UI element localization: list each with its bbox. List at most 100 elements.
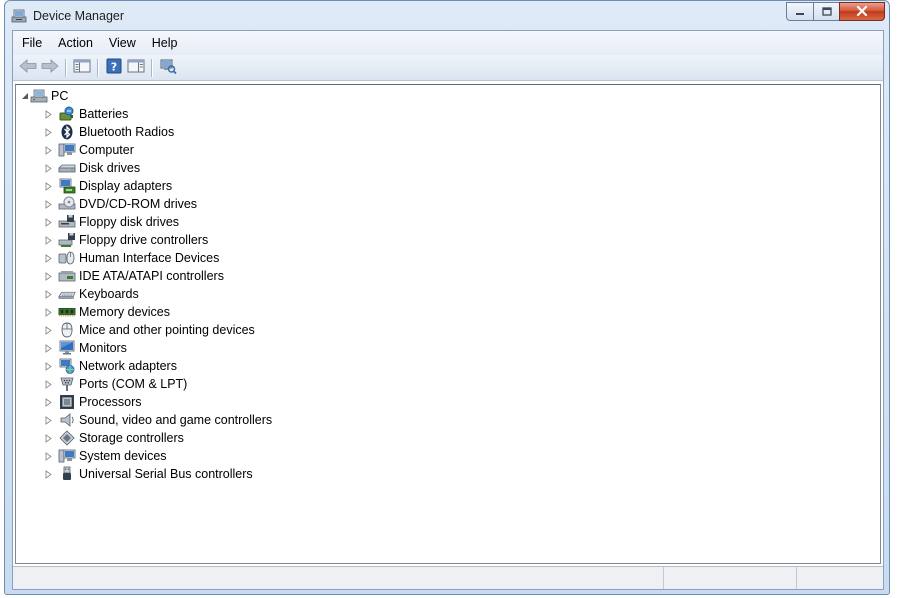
status-cell-3 [797, 567, 883, 589]
mouse-icon [58, 322, 76, 338]
minimize-button[interactable] [786, 2, 813, 21]
tree-item[interactable]: Batteries [42, 105, 272, 123]
tree-item[interactable]: System devices [42, 447, 272, 465]
title-bar[interactable]: Device Manager [5, 1, 889, 31]
help-button[interactable]: ? [103, 58, 125, 78]
collapsed-triangle-icon[interactable] [42, 231, 54, 249]
tree-item[interactable]: IDE ATA/ATAPI controllers [42, 267, 272, 285]
tree-item-label: IDE ATA/ATAPI controllers [79, 269, 224, 283]
tree-item[interactable]: Ports (COM & LPT) [42, 375, 272, 393]
status-bar [13, 566, 883, 589]
bluetooth-icon [58, 124, 76, 140]
tree-item[interactable]: Storage controllers [42, 429, 272, 447]
tree-root-pc[interactable]: PC [20, 87, 68, 105]
tree-item[interactable]: Floppy disk drives [42, 213, 272, 231]
scan-hardware-icon [159, 58, 177, 77]
svg-text:?: ? [111, 61, 117, 74]
menu-view[interactable]: View [102, 32, 143, 54]
menu-action[interactable]: Action [51, 32, 100, 54]
storage-controller-icon [58, 430, 76, 446]
show-hide-console-tree-button[interactable] [71, 58, 93, 78]
device-tree[interactable]: PC Batteries Bluetooth Radios Computer Disk… [15, 84, 881, 564]
minimize-icon [795, 5, 805, 19]
port-icon [58, 376, 76, 392]
collapsed-triangle-icon[interactable] [42, 213, 54, 231]
collapsed-triangle-icon[interactable] [42, 303, 54, 321]
forward-button[interactable] [39, 58, 61, 78]
tree-item[interactable]: Processors [42, 393, 272, 411]
tree-item[interactable]: DVD/CD-ROM drives [42, 195, 272, 213]
toolbar-separator [65, 58, 67, 77]
device-manager-window: Device Manager File Action View Help ? P… [4, 0, 890, 595]
tree-item[interactable]: Computer [42, 141, 272, 159]
collapsed-triangle-icon[interactable] [42, 249, 54, 267]
collapsed-triangle-icon[interactable] [42, 195, 54, 213]
tree-item-label: Mice and other pointing devices [79, 323, 255, 337]
collapsed-triangle-icon[interactable] [42, 465, 54, 483]
expanded-triangle-icon[interactable] [20, 87, 30, 105]
tree-item-label: Bluetooth Radios [79, 125, 175, 139]
tree-item-label: Network adapters [79, 359, 177, 373]
collapsed-triangle-icon[interactable] [42, 123, 54, 141]
collapsed-triangle-icon[interactable] [42, 141, 54, 159]
tree-item-label: Batteries [79, 107, 129, 121]
tree-item[interactable]: Universal Serial Bus controllers [42, 465, 272, 483]
back-button[interactable] [17, 58, 39, 78]
tree-item[interactable]: Network adapters [42, 357, 272, 375]
action-pane-button[interactable] [125, 58, 147, 78]
maximize-button[interactable] [813, 2, 839, 21]
close-button[interactable] [839, 2, 885, 21]
tree-item-label: Computer [79, 143, 134, 157]
collapsed-triangle-icon[interactable] [42, 429, 54, 447]
status-cell-2 [664, 567, 797, 589]
menu-help[interactable]: Help [145, 32, 185, 54]
tree-item[interactable]: Bluetooth Radios [42, 123, 272, 141]
tree-item[interactable]: Monitors [42, 339, 272, 357]
menu-bar: File Action View Help [13, 31, 883, 56]
collapsed-triangle-icon[interactable] [42, 357, 54, 375]
collapsed-triangle-icon[interactable] [42, 339, 54, 357]
collapsed-triangle-icon[interactable] [42, 411, 54, 429]
tree-item[interactable]: Sound, video and game controllers [42, 411, 272, 429]
tree-item-label: Floppy disk drives [79, 215, 180, 229]
tree-children: Batteries Bluetooth Radios Computer Disk dr… [42, 105, 272, 483]
collapsed-triangle-icon[interactable] [42, 267, 54, 285]
status-cell-main [13, 567, 664, 589]
ide-controller-icon [58, 268, 76, 284]
tree-item-label: Sound, video and game controllers [79, 413, 273, 427]
disk-drive-icon [58, 160, 76, 176]
collapsed-triangle-icon[interactable] [42, 393, 54, 411]
collapsed-triangle-icon[interactable] [42, 321, 54, 339]
computer-root-icon [30, 88, 48, 104]
dvd-drive-icon [58, 196, 76, 212]
tree-item[interactable]: Display adapters [42, 177, 272, 195]
battery-icon [58, 106, 76, 122]
caption-buttons [786, 2, 885, 22]
toolbar-separator [151, 58, 153, 77]
speaker-icon [58, 412, 76, 428]
arrow-left-icon [19, 59, 37, 76]
tree-item-label: Human Interface Devices [79, 251, 220, 265]
close-icon [856, 5, 868, 19]
tree-item[interactable]: Human Interface Devices [42, 249, 272, 267]
tree-item[interactable]: Disk drives [42, 159, 272, 177]
collapsed-triangle-icon[interactable] [42, 177, 54, 195]
computer-icon [58, 142, 76, 158]
collapsed-triangle-icon[interactable] [42, 105, 54, 123]
keyboard-icon [58, 286, 76, 302]
collapsed-triangle-icon[interactable] [42, 375, 54, 393]
tree-item[interactable]: Keyboards [42, 285, 272, 303]
floppy-disk-icon [58, 214, 76, 230]
tree-item[interactable]: Memory devices [42, 303, 272, 321]
collapsed-triangle-icon[interactable] [42, 447, 54, 465]
tree-item[interactable]: Floppy drive controllers [42, 231, 272, 249]
console-tree-icon [73, 59, 91, 76]
network-adapter-icon [58, 358, 76, 374]
tree-item[interactable]: Mice and other pointing devices [42, 321, 272, 339]
monitor-icon [58, 340, 76, 356]
tree-item-label: Ports (COM & LPT) [79, 377, 188, 391]
menu-file[interactable]: File [15, 32, 49, 54]
collapsed-triangle-icon[interactable] [42, 285, 54, 303]
collapsed-triangle-icon[interactable] [42, 159, 54, 177]
scan-hardware-changes-button[interactable] [157, 58, 179, 78]
